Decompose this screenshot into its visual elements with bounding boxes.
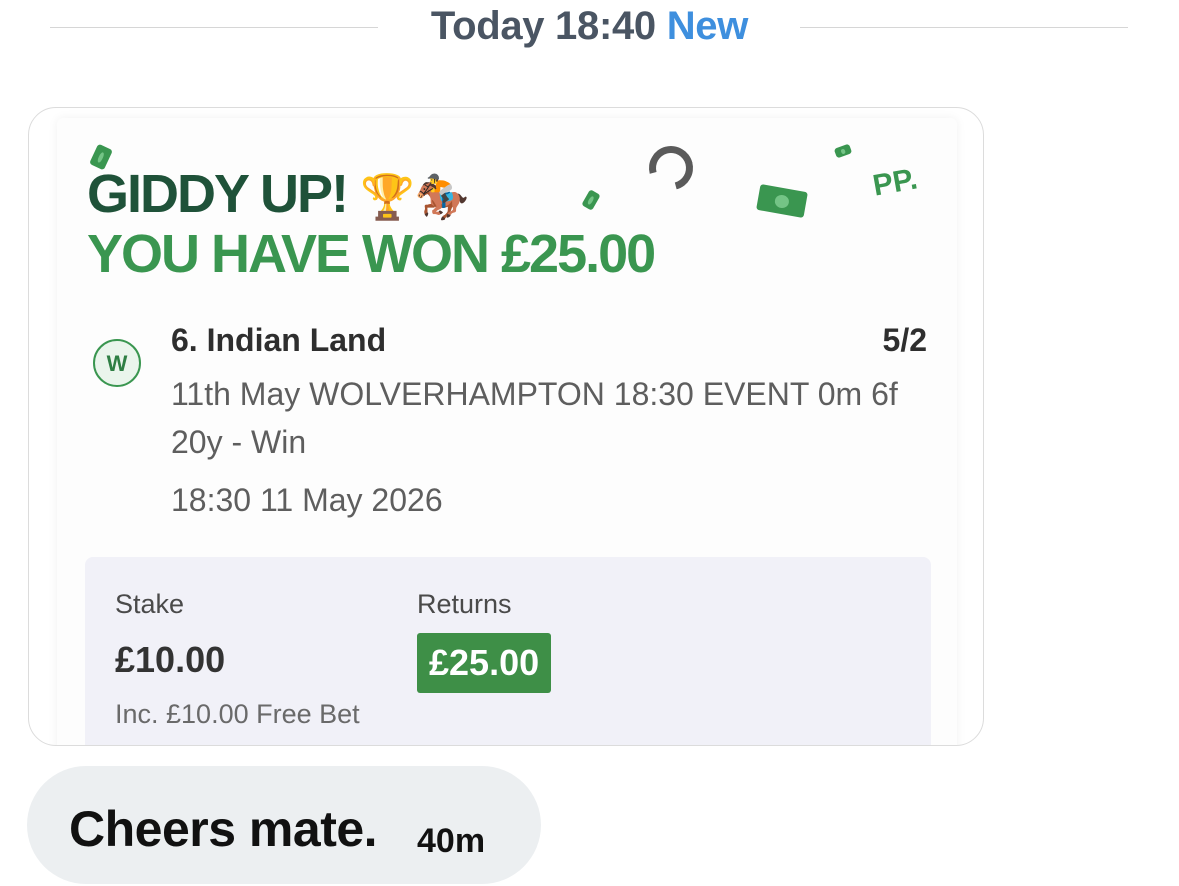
headline-text: GIDDY UP!: [87, 164, 349, 224]
bet-receipt-message[interactable]: PP. GIDDY UP! 🏆🏇 YOU HAVE WON £25.00 W 6…: [28, 107, 984, 746]
separator-time: Today 18:40: [430, 4, 656, 48]
trophy-jockey-icon: 🏆🏇: [360, 173, 470, 222]
returns-value: £25.00: [417, 633, 552, 693]
reply-message-bubble[interactable]: Cheers mate. 40m: [27, 766, 541, 884]
odds: 5/2: [882, 322, 927, 358]
selection-name: 6. Indian Land: [171, 322, 387, 358]
free-bet-note: Inc. £10.00 Free Bet: [115, 699, 360, 729]
win-amount-headline: YOU HAVE WON £25.00: [87, 224, 656, 284]
returns-label: Returns: [417, 589, 512, 619]
reply-timestamp: 40m: [417, 822, 486, 860]
chat-screen: Today 18:40 New PP. GIDDY UP! 🏆🏇 YOU HAV…: [0, 0, 1179, 886]
date-separator: Today 18:40 New: [0, 4, 1179, 49]
event-description: 11th May WOLVERHAMPTON 18:30 EVENT 0m 6f…: [171, 376, 898, 460]
headline: GIDDY UP! 🏆🏇: [87, 163, 470, 225]
event-datetime: 18:30 11 May 2026: [171, 482, 443, 518]
stake-returns-panel: Stake £10.00 Inc. £10.00 Free Bet Return…: [85, 557, 931, 745]
stake-value: £10.00: [115, 639, 226, 680]
stake-label: Stake: [115, 589, 185, 619]
reply-text: Cheers mate.: [69, 801, 378, 857]
new-indicator: New: [666, 4, 749, 48]
win-result-badge: W: [93, 339, 141, 387]
